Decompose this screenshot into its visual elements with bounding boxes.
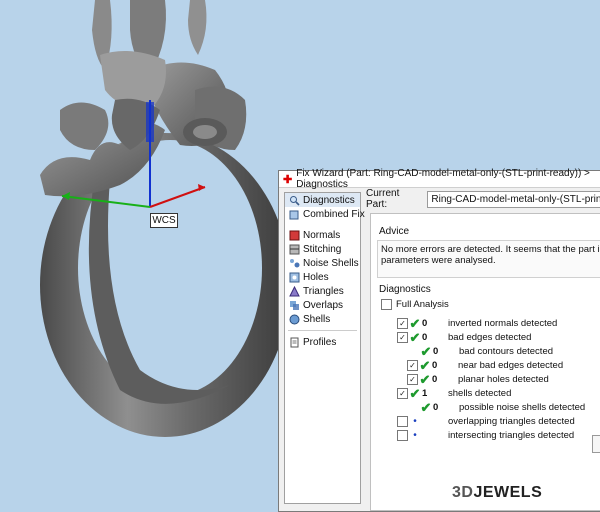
content-panel: Advice No more errors are detected. It s… (370, 213, 600, 511)
nav-item-holes[interactable]: Holes (285, 270, 360, 284)
holes-icon (289, 272, 300, 282)
wizard-nav: Diagnostics Combined Fix Normals Stitchi… (284, 192, 365, 504)
window-title: Fix Wizard (Part: Ring-CAD-model-metal-o… (296, 168, 590, 190)
side-button[interactable] (592, 435, 600, 453)
nav-item-triangles[interactable]: Triangles (285, 284, 360, 298)
diag-row-planar-holes: ✓ ✔ 0 planar holes detected (407, 372, 549, 387)
diag-row-bad-contours: ✔ 0 bad contours detected (420, 343, 554, 359)
full-analysis-checkbox[interactable] (381, 299, 392, 310)
nav-item-overlaps[interactable]: Overlaps (285, 298, 360, 312)
full-analysis-label: Full Analysis (396, 299, 449, 310)
noise-shells-icon (290, 258, 300, 267)
triangles-icon (289, 285, 300, 296)
overlaps-icon (290, 300, 299, 310)
diag-checkbox[interactable]: ✓ (397, 388, 408, 399)
diag-checkbox[interactable] (397, 416, 408, 427)
diag-row-intersecting-triangles: • intersecting triangles detected (397, 429, 574, 442)
nav-item-shells[interactable]: Shells (285, 312, 360, 326)
diag-checkbox[interactable]: ✓ (407, 374, 418, 385)
current-part-select[interactable]: Ring-CAD-model-metal-only-(STL-print-rea… (427, 190, 600, 208)
diag-row-shells: ✓ ✔ 1 shells detected (397, 386, 511, 401)
shells-icon (289, 314, 300, 324)
diag-checkbox[interactable] (397, 430, 408, 441)
diag-checkbox[interactable]: ✓ (407, 360, 418, 371)
profiles-icon (290, 337, 299, 347)
normals-icon (289, 230, 300, 240)
pending-dot-icon: • (413, 430, 417, 441)
nav-item-combined-fix[interactable]: Combined Fix (285, 207, 365, 221)
wcs-label: WCS (150, 213, 178, 228)
diagnostics-title: Diagnostics (379, 284, 431, 295)
advice-text: No more errors are detected. It seems th… (381, 244, 600, 266)
title-bar: ✚ Fix Wizard (Part: Ring-CAD-model-metal… (279, 168, 600, 190)
nav-divider (288, 330, 357, 331)
cube-icon (289, 210, 299, 219)
nav-item-stitching[interactable]: Stitching (285, 242, 360, 256)
full-analysis-row: Full Analysis (381, 298, 449, 311)
current-part-label: Current Part: (366, 188, 400, 210)
nav-item-noise-shells[interactable]: Noise Shells (285, 256, 360, 270)
nav-item-normals[interactable]: Normals (285, 228, 360, 242)
diag-row-near-bad-edges: ✓ ✔ 0 near bad edges detected (407, 358, 563, 373)
diag-row-overlapping-triangles: • overlapping triangles detected (397, 415, 575, 428)
magnifier-icon (290, 195, 300, 206)
fix-wizard-window: ✚ Fix Wizard (Part: Ring-CAD-model-metal… (278, 168, 600, 512)
brand-logo: 3DJEWELS (452, 484, 543, 501)
nav-item-diagnostics[interactable]: Diagnostics (285, 193, 360, 207)
nav-item-profiles[interactable]: Profiles (285, 335, 360, 349)
pending-dot-icon: • (413, 416, 417, 427)
diag-row-noise-shells: ✔ 0 possible noise shells detected (420, 399, 586, 415)
diag-checkbox[interactable]: ✓ (397, 332, 408, 343)
diag-checkbox[interactable]: ✓ (397, 318, 408, 329)
diag-row-bad-edges: ✓ ✔ 0 bad edges detected (397, 330, 531, 345)
cross-icon: ✚ (283, 173, 293, 186)
advice-title: Advice (379, 226, 410, 237)
check-icon: ✔ (420, 399, 432, 415)
stitching-icon (289, 244, 300, 254)
diagnostics-page: Current Part: Ring-CAD-model-metal-only-… (366, 188, 600, 511)
diag-row-inverted-normals: ✓ ✔ 0 inverted normals detected (397, 316, 557, 331)
